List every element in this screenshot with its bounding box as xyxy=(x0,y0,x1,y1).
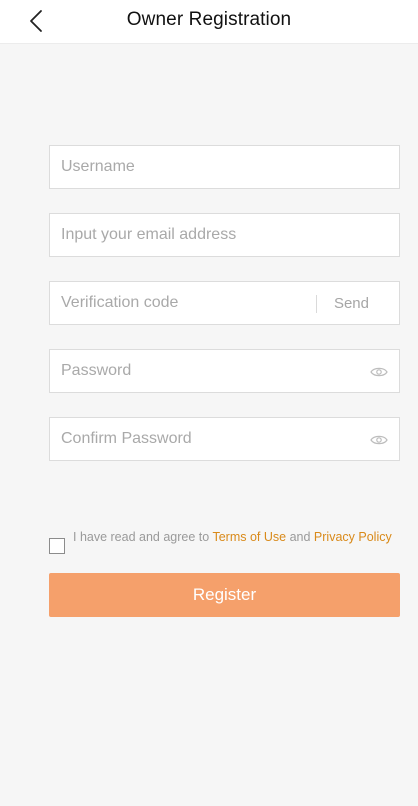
password-input[interactable] xyxy=(50,350,399,392)
send-code-button[interactable]: Send xyxy=(334,294,369,314)
privacy-policy-link[interactable]: Privacy Policy xyxy=(314,530,392,544)
eye-icon xyxy=(370,435,388,445)
page-title: Owner Registration xyxy=(126,9,292,30)
register-button[interactable]: Register xyxy=(49,573,400,617)
confirm-password-field-box xyxy=(49,417,400,461)
registration-screen: Owner Registration Send xyxy=(0,0,418,806)
password-field-box xyxy=(49,349,400,393)
send-divider xyxy=(316,295,317,313)
agreement-conjunction: and xyxy=(286,530,314,544)
agreement-checkbox[interactable] xyxy=(49,538,65,554)
email-input[interactable] xyxy=(50,214,399,256)
verification-field-box: Send xyxy=(49,281,400,325)
agreement-prefix: I have read and agree to xyxy=(73,530,213,544)
nav-bar: Owner Registration xyxy=(0,0,418,44)
eye-icon xyxy=(370,367,388,377)
terms-of-use-link[interactable]: Terms of Use xyxy=(212,530,286,544)
username-input[interactable] xyxy=(50,146,399,188)
email-field-box xyxy=(49,213,400,257)
agreement-text: I have read and agree to Terms of Use an… xyxy=(73,530,393,545)
show-confirm-password-button[interactable] xyxy=(369,430,389,450)
confirm-password-input[interactable] xyxy=(50,418,399,460)
username-field-box xyxy=(49,145,400,189)
show-password-button[interactable] xyxy=(369,362,389,382)
agreement-row: I have read and agree to Terms of Use an… xyxy=(49,530,400,562)
